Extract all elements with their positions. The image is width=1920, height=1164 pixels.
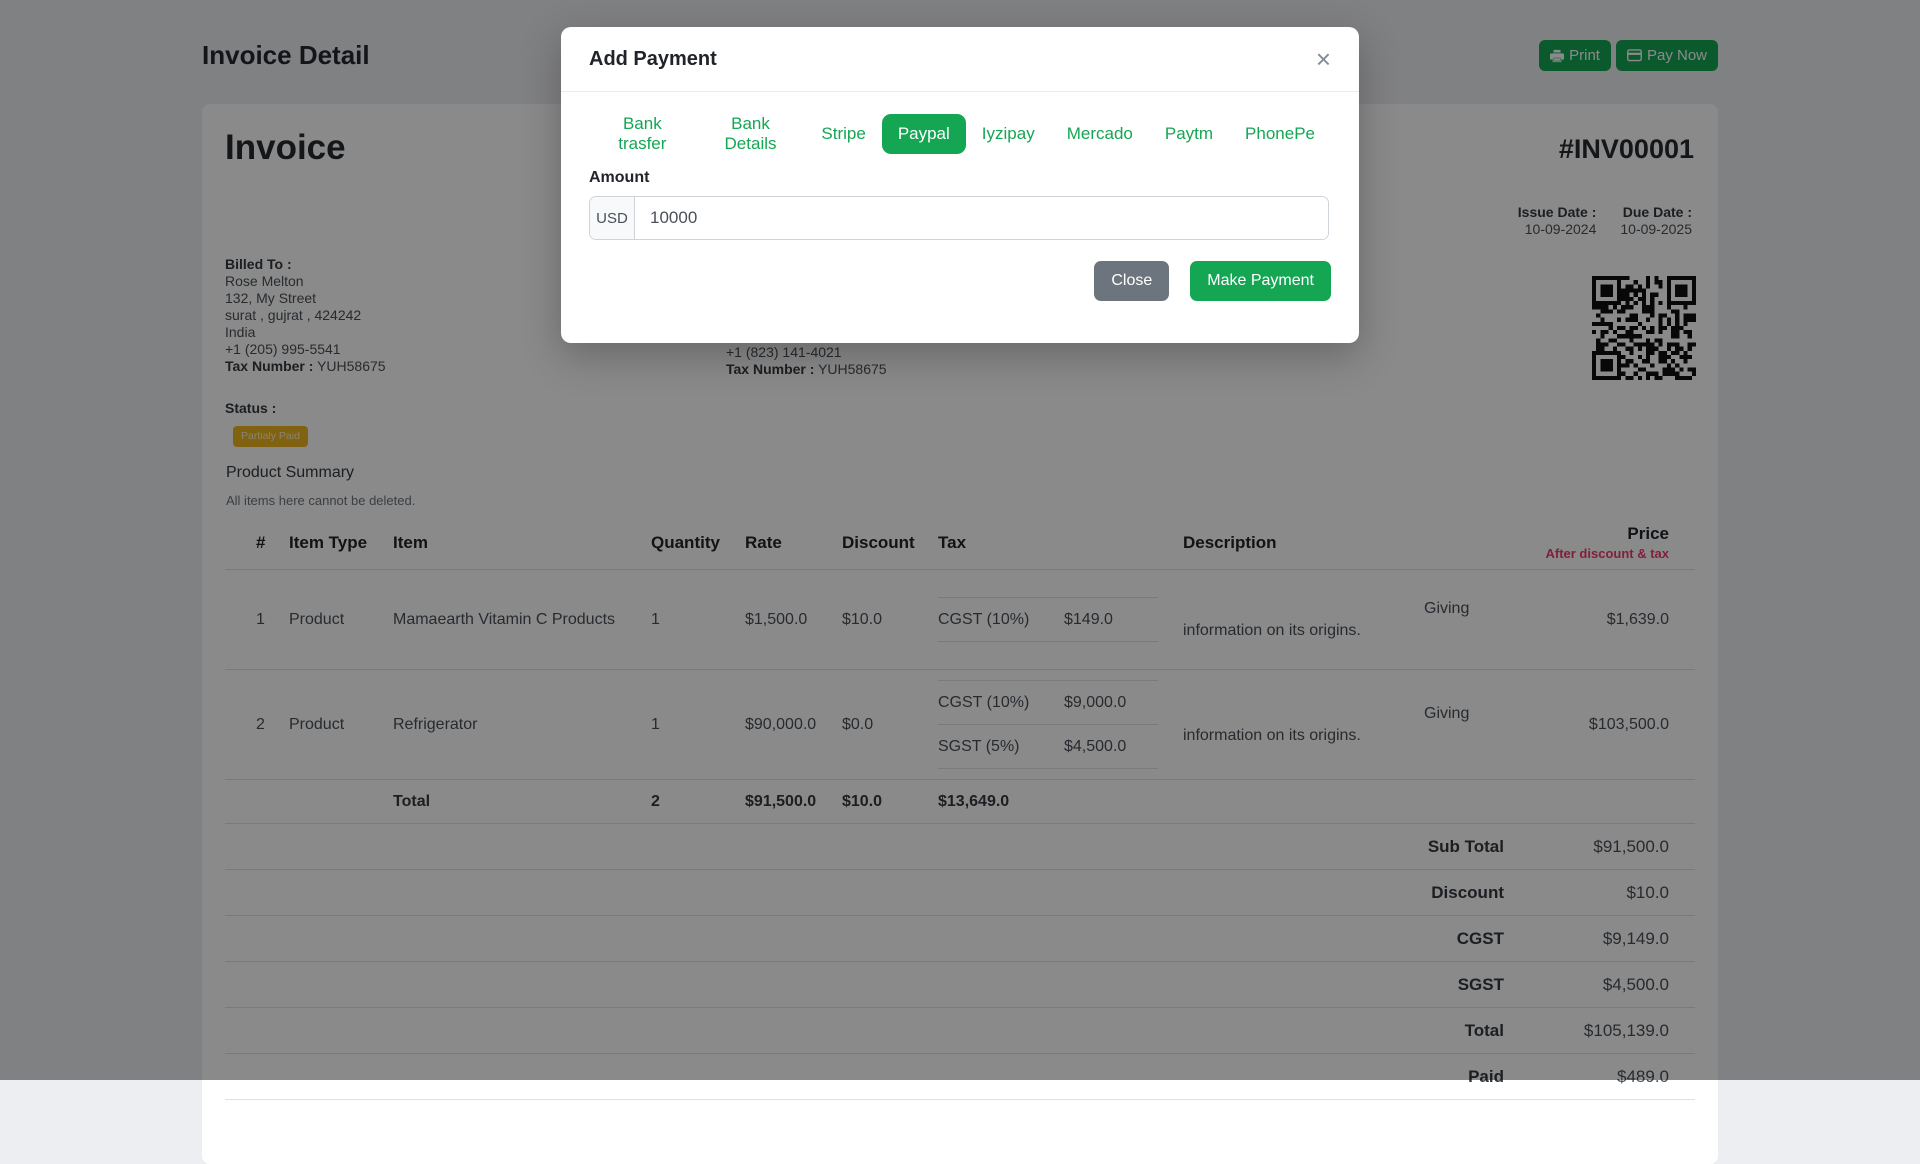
- tab-bank-trasfer[interactable]: Bank trasfer: [589, 114, 696, 154]
- tab-paytm[interactable]: Paytm: [1149, 114, 1229, 154]
- tab-mercado[interactable]: Mercado: [1051, 114, 1149, 154]
- tab-iyzipay[interactable]: Iyzipay: [966, 114, 1051, 154]
- tab-bank-details[interactable]: Bank Details: [696, 114, 806, 154]
- amount-input-group: USD: [589, 196, 1329, 240]
- add-payment-modal: Add Payment × Bank trasfer Bank Details …: [561, 27, 1359, 343]
- tab-paypal[interactable]: Paypal: [882, 114, 966, 154]
- close-icon[interactable]: ×: [1316, 46, 1331, 72]
- tab-stripe[interactable]: Stripe: [805, 114, 881, 154]
- payment-method-tabs: Bank trasfer Bank Details Stripe Paypal …: [589, 114, 1331, 154]
- amount-input[interactable]: [635, 197, 1328, 239]
- make-payment-button[interactable]: Make Payment: [1190, 261, 1331, 301]
- close-button[interactable]: Close: [1094, 261, 1169, 301]
- amount-label: Amount: [589, 169, 1331, 187]
- modal-header: Add Payment ×: [561, 27, 1359, 92]
- currency-prefix: USD: [590, 197, 635, 239]
- modal-footer: Close Make Payment: [589, 261, 1331, 301]
- modal-title: Add Payment: [589, 48, 717, 71]
- tab-phonepe[interactable]: PhonePe: [1229, 114, 1331, 154]
